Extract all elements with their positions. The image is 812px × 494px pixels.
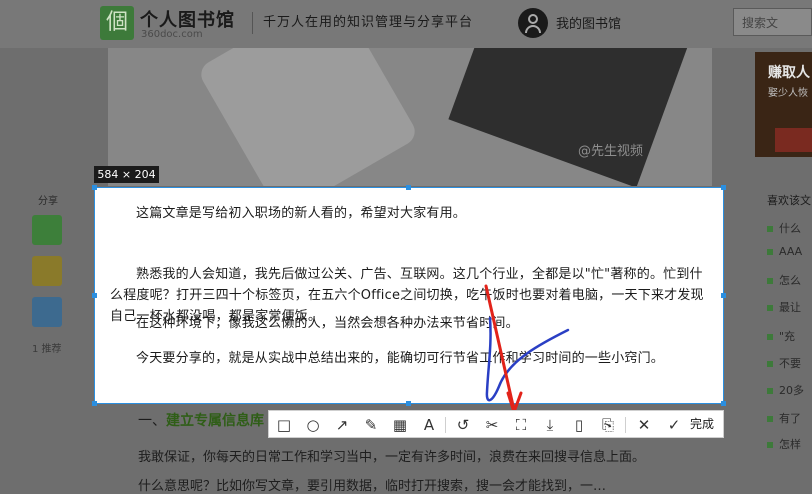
undo-icon[interactable]: ↺ [452, 414, 474, 436]
ocr-icon[interactable]: ⛶ [510, 414, 532, 436]
rect-icon[interactable]: □ [273, 414, 295, 436]
blue-scribble [485, 316, 570, 402]
toolbar-divider [625, 417, 626, 433]
pin-icon[interactable]: ▯ [568, 414, 590, 436]
done-button[interactable]: 完成 [690, 413, 714, 435]
red-arrow-icon [484, 284, 523, 414]
screenshot-toolbar: □ ○ ↗ ✎ ▦ A ↺ ✂ ⛶ ⤓ ▯ ⎘ ✕ ✓ [268, 410, 724, 438]
cut-icon[interactable]: ✂ [481, 414, 503, 436]
download-icon[interactable]: ⤓ [539, 414, 561, 436]
close-icon[interactable]: ✕ [633, 414, 655, 436]
arrow-icon[interactable]: ↗ [331, 414, 353, 436]
mosaic-icon[interactable]: ▦ [389, 414, 411, 436]
ellipse-icon[interactable]: ○ [302, 414, 324, 436]
bookmark-icon[interactable]: ⎘ [597, 414, 619, 436]
toolbar-divider [445, 417, 446, 433]
pen-icon[interactable]: ✎ [360, 414, 382, 436]
text-icon[interactable]: A [418, 414, 440, 436]
check-icon[interactable]: ✓ [663, 414, 685, 436]
